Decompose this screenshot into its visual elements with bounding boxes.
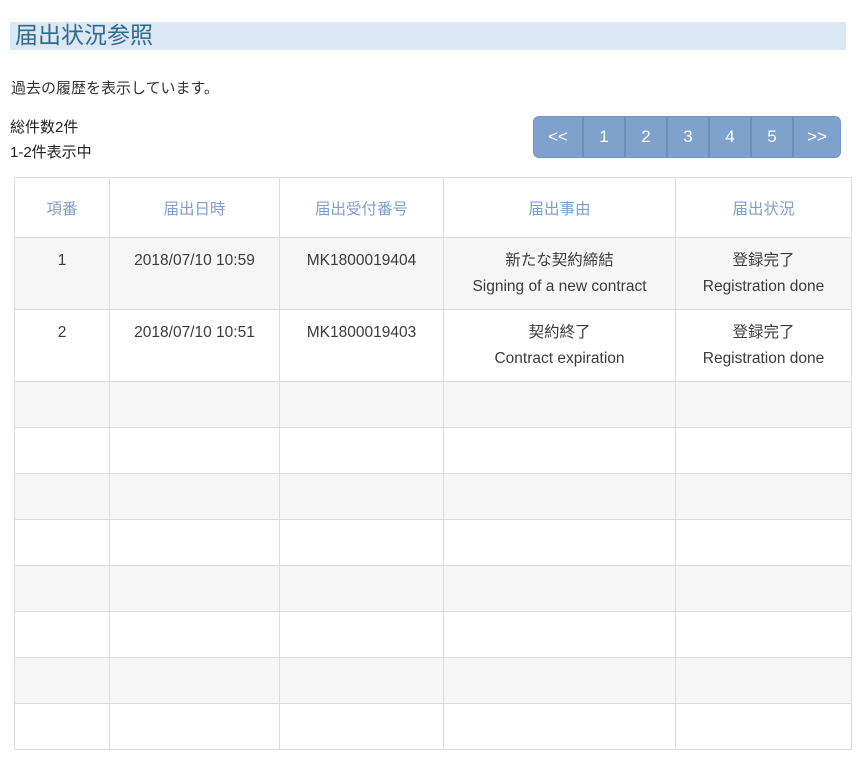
cell-reason-text: 新たな契約締結 <box>448 248 671 274</box>
empty-cell <box>15 566 110 612</box>
empty-cell <box>280 382 444 428</box>
empty-cell <box>15 612 110 658</box>
info-row: 総件数2件 1-2件表示中 <<12345>> <box>10 115 841 165</box>
page-1-button[interactable]: 1 <box>582 117 624 157</box>
empty-cell <box>444 658 676 704</box>
empty-cell <box>444 382 676 428</box>
cell-reason-text: 契約終了 <box>448 320 671 346</box>
empty-cell <box>15 520 110 566</box>
empty-cell <box>676 658 852 704</box>
empty-cell <box>676 566 852 612</box>
cell-index: 2 <box>15 310 110 382</box>
empty-cell <box>280 520 444 566</box>
cell-reason-text: Signing of a new contract <box>448 274 671 300</box>
empty-cell <box>444 428 676 474</box>
empty-cell <box>676 428 852 474</box>
cell-reason-text: Contract expiration <box>448 346 671 372</box>
column-header-reason: 届出事由 <box>444 178 676 238</box>
cell-reason: 契約終了Contract expiration <box>444 310 676 382</box>
empty-cell <box>110 428 280 474</box>
table-row-empty <box>15 428 852 474</box>
table-row-empty <box>15 566 852 612</box>
empty-cell <box>15 658 110 704</box>
empty-cell <box>110 612 280 658</box>
empty-cell <box>444 704 676 750</box>
cell-index-text: 1 <box>19 248 105 274</box>
empty-cell <box>676 520 852 566</box>
display-range-text: 1-2件表示中 <box>10 140 92 165</box>
cell-index-text: 2 <box>19 320 105 346</box>
notification-table: 項番届出日時届出受付番号届出事由届出状況 1 2018/07/10 10:59 MK… <box>14 177 852 750</box>
cell-datetime: 2018/07/10 10:59 <box>110 238 280 310</box>
cell-receipt-number-text: MK1800019404 <box>284 248 439 274</box>
cell-index: 1 <box>15 238 110 310</box>
empty-cell <box>280 658 444 704</box>
cell-receipt-number: MK1800019403 <box>280 310 444 382</box>
empty-cell <box>110 566 280 612</box>
empty-cell <box>280 566 444 612</box>
empty-cell <box>444 612 676 658</box>
empty-cell <box>444 566 676 612</box>
notification-status-page: 届出状況参照 過去の履歴を表示しています。 総件数2件 1-2件表示中 <<12… <box>0 0 865 768</box>
page-3-button[interactable]: 3 <box>666 117 708 157</box>
empty-cell <box>280 612 444 658</box>
cell-status-text: Registration done <box>680 274 847 300</box>
cell-reason: 新たな契約締結Signing of a new contract <box>444 238 676 310</box>
cell-datetime-text: 2018/07/10 10:59 <box>114 248 275 274</box>
cell-receipt-number: MK1800019404 <box>280 238 444 310</box>
cell-datetime: 2018/07/10 10:51 <box>110 310 280 382</box>
column-header-status: 届出状況 <box>676 178 852 238</box>
cell-status: 登録完了Registration done <box>676 238 852 310</box>
table-row: 12018/07/10 10:59MK1800019404新たな契約締結Sign… <box>15 238 852 310</box>
table-body: 12018/07/10 10:59MK1800019404新たな契約締結Sign… <box>15 238 852 750</box>
table-row-empty <box>15 474 852 520</box>
empty-cell <box>15 428 110 474</box>
empty-cell <box>110 474 280 520</box>
table-row-empty <box>15 658 852 704</box>
column-header-datetime: 届出日時 <box>110 178 280 238</box>
page-4-button[interactable]: 4 <box>708 117 750 157</box>
table-row-empty <box>15 612 852 658</box>
column-header-index: 項番 <box>15 178 110 238</box>
empty-cell <box>676 474 852 520</box>
empty-cell <box>676 612 852 658</box>
page-2-button[interactable]: 2 <box>624 117 666 157</box>
column-header-receipt-number: 届出受付番号 <box>280 178 444 238</box>
cell-status-text: 登録完了 <box>680 320 847 346</box>
empty-cell <box>444 474 676 520</box>
empty-cell <box>676 704 852 750</box>
page-title: 届出状況参照 <box>10 22 846 50</box>
empty-cell <box>15 382 110 428</box>
empty-cell <box>280 428 444 474</box>
result-counts: 総件数2件 1-2件表示中 <box>10 115 92 165</box>
cell-status-text: 登録完了 <box>680 248 847 274</box>
cell-status: 登録完了Registration done <box>676 310 852 382</box>
table-row-empty <box>15 520 852 566</box>
empty-cell <box>110 382 280 428</box>
prev-page-button[interactable]: << <box>534 117 582 157</box>
empty-cell <box>676 382 852 428</box>
empty-cell <box>110 658 280 704</box>
table-row-empty <box>15 704 852 750</box>
next-page-button[interactable]: >> <box>792 117 840 157</box>
empty-cell <box>15 474 110 520</box>
cell-receipt-number-text: MK1800019403 <box>284 320 439 346</box>
table-row-empty <box>15 382 852 428</box>
cell-status-text: Registration done <box>680 346 847 372</box>
description-text: 過去の履歴を表示しています。 <box>11 80 865 98</box>
empty-cell <box>110 704 280 750</box>
empty-cell <box>280 474 444 520</box>
empty-cell <box>110 520 280 566</box>
total-count-text: 総件数2件 <box>10 115 92 140</box>
page-5-button[interactable]: 5 <box>750 117 792 157</box>
empty-cell <box>15 704 110 750</box>
table-header-row: 項番届出日時届出受付番号届出事由届出状況 <box>15 178 852 238</box>
pagination: <<12345>> <box>533 116 841 158</box>
cell-datetime-text: 2018/07/10 10:51 <box>114 320 275 346</box>
empty-cell <box>280 704 444 750</box>
empty-cell <box>444 520 676 566</box>
table-row: 22018/07/10 10:51MK1800019403契約終了Contrac… <box>15 310 852 382</box>
